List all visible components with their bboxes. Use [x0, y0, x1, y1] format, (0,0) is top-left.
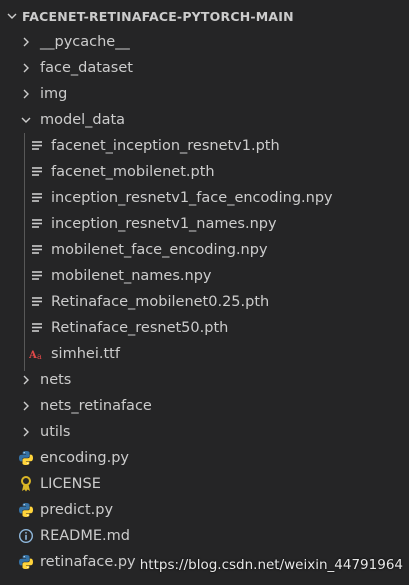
folder-pycache[interactable]: __pycache__ [0, 29, 409, 55]
file-encoding-py[interactable]: encoding.py [0, 445, 409, 471]
folder-img[interactable]: img [0, 81, 409, 107]
folder-label: face_dataset [40, 60, 133, 76]
python-icon [18, 554, 34, 570]
chevron-right-icon [18, 398, 34, 414]
info-icon [18, 528, 34, 544]
file-explorer: FACENET-RETINAFACE-PYTORCH-MAIN __pycach… [0, 0, 409, 585]
folder-label: model_data [40, 112, 126, 128]
file-inception-names[interactable]: inception_resnetv1_names.npy [0, 211, 409, 237]
workspace-title: FACENET-RETINAFACE-PYTORCH-MAIN [22, 8, 294, 24]
python-icon [18, 450, 34, 466]
folder-face-dataset[interactable]: face_dataset [0, 55, 409, 81]
file-label: inception_resnetv1_face_encoding.npy [51, 190, 333, 206]
folder-label: __pycache__ [40, 34, 130, 50]
python-icon [18, 502, 34, 518]
lines-file-icon [29, 164, 45, 180]
lines-file-icon [29, 216, 45, 232]
chevron-right-icon [18, 424, 34, 440]
file-label: Retinaface_mobilenet0.25.pth [51, 294, 270, 310]
file-retinaface-mobilenet[interactable]: Retinaface_mobilenet0.25.pth [0, 289, 409, 315]
svg-text:A: A [29, 350, 37, 361]
file-inception-face-encoding[interactable]: inception_resnetv1_face_encoding.npy [0, 185, 409, 211]
file-mobilenet-names[interactable]: mobilenet_names.npy [0, 263, 409, 289]
folder-label: img [40, 86, 68, 102]
folder-nets-retinaface[interactable]: nets_retinaface [0, 393, 409, 419]
svg-text:a: a [37, 352, 42, 361]
file-simhei[interactable]: Aa simhei.ttf [0, 341, 409, 367]
chevron-down-icon[interactable] [4, 8, 20, 24]
file-readme[interactable]: README.md [0, 523, 409, 549]
folder-utils[interactable]: utils [0, 419, 409, 445]
lines-file-icon [29, 320, 45, 336]
chevron-right-icon [18, 372, 34, 388]
file-label: inception_resnetv1_names.npy [51, 216, 277, 232]
file-label: simhei.ttf [51, 346, 120, 362]
file-retinaface-resnet50[interactable]: Retinaface_resnet50.pth [0, 315, 409, 341]
lines-file-icon [29, 138, 45, 154]
explorer-section-header[interactable]: FACENET-RETINAFACE-PYTORCH-MAIN [0, 0, 409, 32]
font-file-icon: Aa [29, 346, 45, 362]
chevron-right-icon [18, 60, 34, 76]
file-facenet-mobilenet[interactable]: facenet_mobilenet.pth [0, 159, 409, 185]
folder-label: nets [40, 372, 72, 388]
file-label: encoding.py [40, 450, 129, 466]
file-label: README.md [40, 528, 130, 544]
file-label: mobilenet_face_encoding.npy [51, 242, 268, 258]
file-label: facenet_mobilenet.pth [51, 164, 215, 180]
lines-file-icon [29, 242, 45, 258]
chevron-right-icon [18, 86, 34, 102]
file-label: facenet_inception_resnetv1.pth [51, 138, 280, 154]
file-label: retinaface.py [40, 554, 136, 570]
folder-label: utils [40, 424, 71, 440]
watermark-text: https://blog.csdn.net/weixin_44791964 [139, 557, 403, 573]
file-mobilenet-face-encoding[interactable]: mobilenet_face_encoding.npy [0, 237, 409, 263]
chevron-down-icon [18, 112, 34, 128]
file-label: predict.py [40, 502, 114, 518]
file-tree: __pycache__ face_dataset img model_data [0, 29, 409, 575]
file-label: Retinaface_resnet50.pth [51, 320, 229, 336]
license-icon [18, 476, 34, 492]
lines-file-icon [29, 294, 45, 310]
file-license[interactable]: LICENSE [0, 471, 409, 497]
folder-model-data[interactable]: model_data [0, 107, 409, 133]
lines-file-icon [29, 190, 45, 206]
chevron-right-icon [18, 34, 34, 50]
file-predict-py[interactable]: predict.py [0, 497, 409, 523]
lines-file-icon [29, 268, 45, 284]
file-label: LICENSE [40, 476, 101, 492]
file-facenet-inception[interactable]: facenet_inception_resnetv1.pth [0, 133, 409, 159]
folder-nets[interactable]: nets [0, 367, 409, 393]
folder-label: nets_retinaface [40, 398, 152, 414]
file-label: mobilenet_names.npy [51, 268, 212, 284]
